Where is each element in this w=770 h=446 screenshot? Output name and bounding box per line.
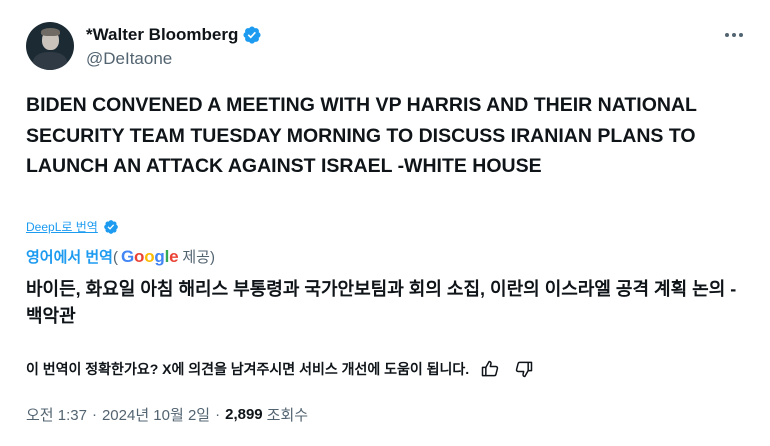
thumbs-up-icon[interactable] bbox=[477, 357, 503, 381]
deepl-badge-icon bbox=[103, 219, 118, 234]
tweet-meta: 오전 1:37 · 2024년 10월 2일 · 2,899 조회수 bbox=[26, 404, 308, 425]
provided-by-text: 제공) bbox=[182, 249, 215, 266]
google-translation-attribution: 영어에서 번역 ( Google 제공) bbox=[26, 246, 215, 267]
meta-separator: · bbox=[215, 406, 221, 423]
tweet-time[interactable]: 오전 1:37 bbox=[26, 404, 87, 425]
meta-separator: · bbox=[91, 406, 97, 423]
translation-feedback: 이 번역이 정확한가요? X에 의견을 남겨주시면 서비스 개선에 도움이 됩니… bbox=[26, 357, 537, 381]
name-row: *Walter Bloomberg bbox=[86, 24, 262, 46]
feedback-prompt: 이 번역이 정확한가요? X에 의견을 남겨주시면 서비스 개선에 도움이 됩니… bbox=[26, 361, 470, 377]
avatar-hair-shape bbox=[41, 28, 60, 36]
views-count: 2,899 bbox=[225, 406, 263, 423]
translated-from-english-link[interactable]: 영어에서 번역 bbox=[26, 246, 113, 267]
more-options-icon[interactable] bbox=[722, 26, 746, 44]
deepl-translate-link[interactable]: DeepL로 번역 bbox=[26, 218, 119, 235]
paren-open: ( bbox=[112, 249, 118, 266]
verified-badge-icon[interactable] bbox=[242, 25, 262, 45]
deepl-translate-label[interactable]: DeepL로 번역 bbox=[26, 218, 98, 235]
thumbs-down-icon[interactable] bbox=[511, 357, 537, 381]
avatar[interactable] bbox=[26, 22, 74, 70]
avatar-body-shape bbox=[33, 52, 67, 70]
translated-text: 바이든, 화요일 아침 해리스 부통령과 국가안보팀과 회의 소집, 이란의 이… bbox=[26, 279, 737, 326]
google-logo: Google bbox=[120, 247, 179, 266]
tweet-text: BIDEN CONVENED A MEETING WITH VP HARRIS … bbox=[26, 94, 697, 177]
tweet-date[interactable]: 2024년 10월 2일 bbox=[102, 404, 210, 425]
views-label: 조회수 bbox=[266, 407, 309, 424]
user-info: *Walter Bloomberg @DeItaone bbox=[86, 24, 262, 69]
user-handle[interactable]: @DeItaone bbox=[86, 49, 262, 69]
display-name[interactable]: *Walter Bloomberg bbox=[86, 25, 238, 45]
